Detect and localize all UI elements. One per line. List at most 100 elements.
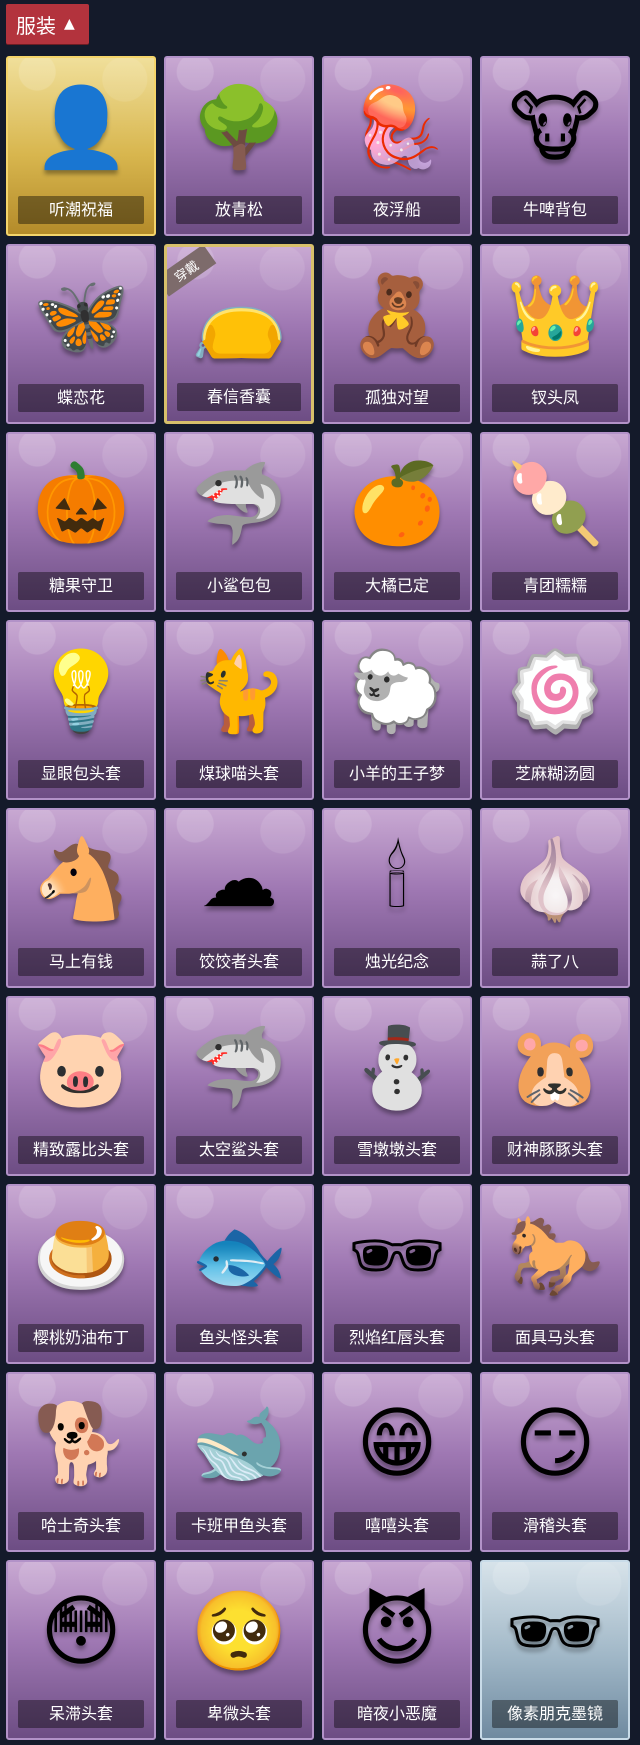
item-label: 鱼头怪头套 <box>176 1324 302 1352</box>
item-label: 煤球喵头套 <box>176 760 302 788</box>
funny-face-mask-icon: 😏 <box>514 1399 596 1489</box>
item-label: 暗夜小恶魔 <box>334 1700 460 1728</box>
item-card[interactable]: 🕶 像素朋克墨镜 <box>480 1560 630 1740</box>
capybara-god-mask-icon: 🐹 <box>506 1023 604 1113</box>
devil-mannequin-icon: 😈 <box>356 1587 438 1677</box>
item-label: 蒜了八 <box>492 948 618 976</box>
item-label: 精致露比头套 <box>18 1136 144 1164</box>
pudding-mask-icon: 🍮 <box>32 1211 130 1301</box>
dumpling-mask-icon: 🍥 <box>506 647 604 737</box>
item-label: 大橘已定 <box>334 572 460 600</box>
snowman-mask-icon: ⛄ <box>348 1023 446 1113</box>
item-card[interactable]: 🕶 烈焰红唇头套 <box>322 1184 472 1364</box>
black-cat-mask-icon: 🐈 <box>190 647 288 737</box>
space-shark-mask-icon: 🦈 <box>190 1023 288 1113</box>
item-card[interactable]: 🐈 煤球喵头套 <box>164 620 314 800</box>
item-card[interactable]: 🐑 小羊的王子梦 <box>322 620 472 800</box>
item-label: 嘻嘻头套 <box>334 1512 460 1540</box>
item-card[interactable]: 🐕 哈士奇头套 <box>6 1372 156 1552</box>
item-label: 青团糯糯 <box>492 572 618 600</box>
tab-clothing[interactable]: 服装 ▲ <box>6 4 89 44</box>
candle-mask-icon: 🕯 <box>385 835 409 925</box>
item-card[interactable]: 🍥 芝麻糊汤圆 <box>480 620 630 800</box>
item-card[interactable]: 🪼 夜浮船 <box>322 56 472 236</box>
item-label: 牛啤背包 <box>492 196 618 224</box>
item-card[interactable]: 👑 钗头凤 <box>480 244 630 424</box>
item-label: 小羊的王子梦 <box>334 760 460 788</box>
ruby-mask-icon: 🐷 <box>32 1023 130 1113</box>
item-card[interactable]: 😏 滑稽头套 <box>480 1372 630 1552</box>
item-label: 蝶恋花 <box>18 384 144 412</box>
item-card[interactable]: 🐮 牛啤背包 <box>480 56 630 236</box>
item-label: 显眼包头套 <box>18 760 144 788</box>
item-label: 孤独对望 <box>334 384 460 412</box>
item-label: 芝麻糊汤圆 <box>492 760 618 788</box>
chevron-up-icon: ▲ <box>64 16 75 32</box>
item-card[interactable]: ⛄ 雪墩墩头套 <box>322 996 472 1176</box>
item-card[interactable]: 🦈 小鲨包包 <box>164 432 314 612</box>
dazed-emoji-mask-icon: 😳 <box>40 1587 122 1677</box>
item-label: 面具马头套 <box>492 1324 618 1352</box>
item-card[interactable]: 🐴 马上有钱 <box>6 808 156 988</box>
items-grid: 👤 听潮祝福 🌳 放青松 🪼 夜浮船 🐮 牛啤背包 🦋 蝶恋花 穿戴 👝 春信香囊 🧸 孤独对望 👑 钗头凤 🎃 糖… <box>6 56 630 1740</box>
red-lips-mask-icon: 🕶 <box>347 1211 447 1301</box>
grin-emoji-mask-icon: 😁 <box>356 1399 438 1489</box>
item-label: 放青松 <box>176 196 302 224</box>
mannequin-icon: 👤 <box>32 83 130 173</box>
item-card[interactable]: 🕯 烛光纪念 <box>322 808 472 988</box>
item-card[interactable]: 💡 显眼包头套 <box>6 620 156 800</box>
item-card[interactable]: 🧸 孤独对望 <box>322 244 472 424</box>
cow-beer-backpack-icon: 🐮 <box>508 83 602 173</box>
item-card[interactable]: 🐹 财神豚豚头套 <box>480 996 630 1176</box>
item-label: 卡班甲鱼头套 <box>176 1512 302 1540</box>
item-card[interactable]: 🍡 青团糯糯 <box>480 432 630 612</box>
item-card[interactable]: 😈 暗夜小恶魔 <box>322 1560 472 1740</box>
item-label: 财神豚豚头套 <box>492 1136 618 1164</box>
item-card[interactable]: 🐟 鱼头怪头套 <box>164 1184 314 1364</box>
figure-charm-icon: 🧸 <box>348 271 446 361</box>
pixel-sunglasses-icon: 🕶 <box>505 1587 605 1677</box>
butterfly-wreath-icon: 🦋 <box>32 271 130 361</box>
husky-mask-icon: 🐕 <box>32 1399 130 1489</box>
item-label: 哈士奇头套 <box>18 1512 144 1540</box>
tab-label: 服装 <box>16 13 56 38</box>
item-card[interactable]: 🍊 大橘已定 <box>322 432 472 612</box>
fish-cap-mask-icon: 🐋 <box>190 1399 288 1489</box>
item-card[interactable]: 🧄 蒜了八 <box>480 808 630 988</box>
humble-emoji-mask-icon: 🥺 <box>190 1587 288 1677</box>
item-card[interactable]: 穿戴 👝 春信香囊 <box>164 244 314 424</box>
item-card[interactable]: 🐷 精致露比头套 <box>6 996 156 1176</box>
item-card[interactable]: 🦈 太空鲨头套 <box>164 996 314 1176</box>
item-card[interactable]: 🐋 卡班甲鱼头套 <box>164 1372 314 1552</box>
item-label: 夜浮船 <box>334 196 460 224</box>
item-card[interactable]: 🍮 樱桃奶油布丁 <box>6 1184 156 1364</box>
item-label: 樱桃奶油布丁 <box>18 1324 144 1352</box>
item-card[interactable]: ☁ 饺饺者头套 <box>164 808 314 988</box>
horse-head-mask-icon: 🐎 <box>506 1211 604 1301</box>
item-label: 雪墩墩头套 <box>334 1136 460 1164</box>
item-card[interactable]: 🌳 放青松 <box>164 56 314 236</box>
item-label: 钗头凤 <box>492 384 618 412</box>
item-card[interactable]: 🥺 卑微头套 <box>164 1560 314 1740</box>
item-card[interactable]: 😁 嘻嘻头套 <box>322 1372 472 1552</box>
item-label: 像素朋克墨镜 <box>492 1700 618 1728</box>
item-label: 小鲨包包 <box>176 572 302 600</box>
item-label: 滑稽头套 <box>492 1512 618 1540</box>
item-label: 烈焰红唇头套 <box>334 1324 460 1352</box>
bonsai-pine-icon: 🌳 <box>190 83 288 173</box>
header: 服装 ▲ <box>6 4 89 44</box>
lightbulb-mask-icon: 💡 <box>32 647 130 737</box>
phoenix-crown-icon: 👑 <box>506 271 604 361</box>
horse-mask-icon: 🐴 <box>32 835 130 925</box>
item-card[interactable]: 🐎 面具马头套 <box>480 1184 630 1364</box>
item-label: 卑微头套 <box>176 1700 302 1728</box>
item-card[interactable]: 🎃 糖果守卫 <box>6 432 156 612</box>
item-card[interactable]: 🦋 蝶恋花 <box>6 244 156 424</box>
item-card[interactable]: 👤 听潮祝福 <box>6 56 156 236</box>
green-rice-ball-icon: 🍡 <box>506 459 604 549</box>
garlic-mask-icon: 🧄 <box>506 835 604 925</box>
shark-bag-icon: 🦈 <box>190 459 288 549</box>
orange-slice-icon: 🍊 <box>348 459 446 549</box>
item-card[interactable]: 😳 呆滞头套 <box>6 1560 156 1740</box>
jellyfish-icon: 🪼 <box>348 83 446 173</box>
